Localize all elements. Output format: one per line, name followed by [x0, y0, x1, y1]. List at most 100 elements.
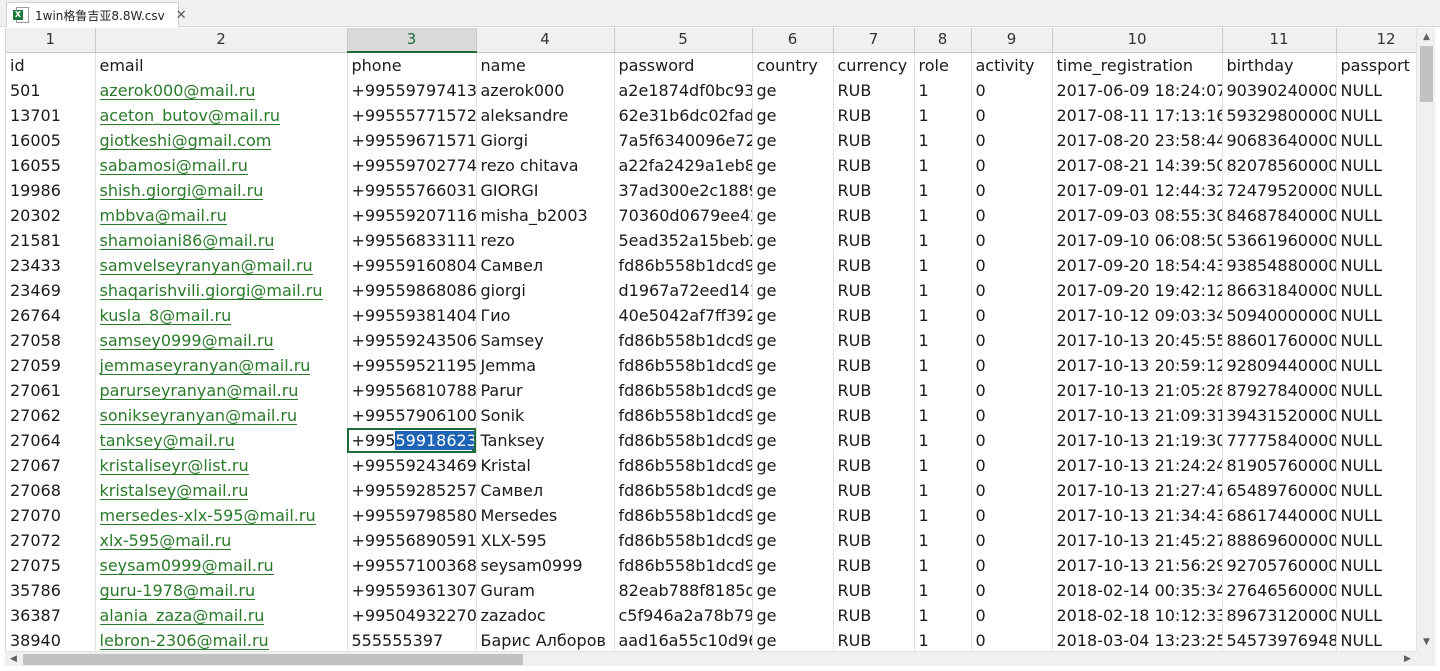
table-cell[interactable]: ge [752, 253, 834, 278]
table-cell[interactable]: azerok000 [476, 78, 615, 103]
table-cell[interactable]: +995049322702 [347, 603, 477, 628]
table-cell[interactable]: RUB [833, 328, 915, 353]
table-cell[interactable]: ge [752, 378, 834, 403]
table-cell[interactable]: +995598680869 [347, 278, 477, 303]
table-cell[interactable]: RUB [833, 153, 915, 178]
table-cell[interactable]: ge [752, 78, 834, 103]
table-cell[interactable]: 0 [971, 603, 1053, 628]
table-cell[interactable]: 1 [914, 128, 972, 153]
table-cell[interactable]: 2018-02-18 10:12:33 [1052, 603, 1223, 628]
table-cell[interactable]: fd86b558b1dcd9c [614, 453, 753, 478]
table-cell[interactable]: 2017-10-13 21:05:28 [1052, 378, 1223, 403]
table-cell[interactable]: Guram [476, 578, 615, 603]
table-cell[interactable]: +995571003685 [347, 553, 477, 578]
email-link-cell[interactable]: jemmaseyranyan@mail.ru [95, 353, 348, 378]
table-cell[interactable]: 2017-08-11 17:13:16 [1052, 103, 1223, 128]
table-cell[interactable]: NULL [1336, 278, 1416, 303]
column-header-11[interactable]: 11 [1222, 28, 1337, 53]
table-cell[interactable]: NULL [1336, 628, 1416, 651]
table-cell[interactable]: 2017-10-13 21:09:31 [1052, 403, 1223, 428]
column-header-5[interactable]: 5 [614, 28, 753, 53]
email-link-cell[interactable]: mbbva@mail.ru [95, 203, 348, 228]
field-name-cell[interactable]: country [752, 52, 834, 78]
table-cell[interactable]: 27070 [6, 503, 96, 528]
table-cell[interactable]: 38940 [6, 628, 96, 651]
table-cell[interactable]: 27058 [6, 328, 96, 353]
table-cell[interactable]: +995568107883 [347, 378, 477, 403]
table-cell[interactable]: Giorgi [476, 128, 615, 153]
table-cell[interactable]: 2017-10-13 21:45:27 [1052, 528, 1223, 553]
table-cell[interactable]: a2e1874df0bc93f3 [614, 78, 753, 103]
table-cell[interactable]: 879278400000 [1222, 378, 1337, 403]
table-cell[interactable]: 0 [971, 428, 1053, 453]
table-cell[interactable]: fd86b558b1dcd9c [614, 353, 753, 378]
table-cell[interactable]: RUB [833, 353, 915, 378]
table-cell[interactable]: ge [752, 153, 834, 178]
table-cell[interactable]: Jemma [476, 353, 615, 378]
email-link-cell[interactable]: shaqarishvili.giorgi@mail.ru [95, 278, 348, 303]
email-link[interactable]: mbbva@mail.ru [99, 207, 227, 225]
table-cell[interactable]: 13701 [6, 103, 96, 128]
table-cell[interactable]: +995568905911 [347, 528, 477, 553]
table-cell[interactable]: 0 [971, 578, 1053, 603]
table-cell[interactable]: 21581 [6, 228, 96, 253]
table-cell[interactable]: RUB [833, 228, 915, 253]
table-cell[interactable]: XLX-595 [476, 528, 615, 553]
table-cell[interactable]: RUB [833, 628, 915, 651]
table-cell[interactable]: 536619600000 [1222, 228, 1337, 253]
email-link[interactable]: kristalsey@mail.ru [99, 482, 249, 500]
active-cell[interactable]: +995599186233 [347, 428, 477, 453]
table-cell[interactable]: 20302 [6, 203, 96, 228]
table-cell[interactable]: 2017-09-01 12:44:32 [1052, 178, 1223, 203]
table-cell[interactable]: 27062 [6, 403, 96, 428]
table-cell[interactable]: 23469 [6, 278, 96, 303]
table-cell[interactable]: RUB [833, 278, 915, 303]
table-cell[interactable]: 724795200000 [1222, 178, 1337, 203]
table-cell[interactable]: rezo [476, 228, 615, 253]
table-cell[interactable]: 0 [971, 278, 1053, 303]
email-link[interactable]: sonikseyranyan@mail.ru [99, 407, 298, 425]
table-cell[interactable]: ge [752, 128, 834, 153]
table-cell[interactable]: giorgi [476, 278, 615, 303]
table-cell[interactable]: 0 [971, 153, 1053, 178]
table-cell[interactable]: ge [752, 628, 834, 651]
column-header-3[interactable]: 3 [347, 28, 477, 53]
table-cell[interactable]: RUB [833, 503, 915, 528]
table-cell[interactable]: 394315200000 [1222, 403, 1337, 428]
column-header-8[interactable]: 8 [914, 28, 972, 53]
table-cell[interactable]: 2018-02-14 00:35:34 [1052, 578, 1223, 603]
email-link[interactable]: azerok000@mail.ru [99, 82, 256, 100]
table-cell[interactable]: 0 [971, 378, 1053, 403]
table-cell[interactable]: 0 [971, 178, 1053, 203]
table-cell[interactable]: 1 [914, 553, 972, 578]
table-cell[interactable]: ge [752, 278, 834, 303]
table-cell[interactable]: Гио [476, 303, 615, 328]
table-cell[interactable]: RUB [833, 603, 915, 628]
table-cell[interactable]: 0 [971, 403, 1053, 428]
table-cell[interactable]: Parur [476, 378, 615, 403]
table-cell[interactable]: ge [752, 403, 834, 428]
table-cell[interactable]: NULL [1336, 478, 1416, 503]
field-name-cell[interactable]: currency [833, 52, 915, 78]
table-cell[interactable]: +995579061002 [347, 403, 477, 428]
table-cell[interactable]: +995592435064 [347, 328, 477, 353]
table-cell[interactable]: aleksandre [476, 103, 615, 128]
table-cell[interactable]: 2017-09-03 08:55:30 [1052, 203, 1223, 228]
table-cell[interactable]: ge [752, 528, 834, 553]
table-cell[interactable]: 0 [971, 453, 1053, 478]
table-cell[interactable]: 27064 [6, 428, 96, 453]
table-cell[interactable]: fd86b558b1dcd9c [614, 403, 753, 428]
table-cell[interactable]: 0 [971, 328, 1053, 353]
table-cell[interactable]: 2017-10-13 21:56:29 [1052, 553, 1223, 578]
table-cell[interactable]: seysam0999 [476, 553, 615, 578]
field-name-cell[interactable]: name [476, 52, 615, 78]
email-link[interactable]: shamoiani86@mail.ru [99, 232, 275, 250]
table-cell[interactable]: 1 [914, 228, 972, 253]
table-cell[interactable]: 0 [971, 628, 1053, 651]
table-cell[interactable]: +995593814040 [347, 303, 477, 328]
table-cell[interactable]: 40e5042af7ff392a [614, 303, 753, 328]
table-cell[interactable]: NULL [1336, 203, 1416, 228]
column-header-6[interactable]: 6 [752, 28, 834, 53]
table-cell[interactable]: +995597985803 [347, 503, 477, 528]
table-cell[interactable]: fd86b558b1dcd9c [614, 528, 753, 553]
